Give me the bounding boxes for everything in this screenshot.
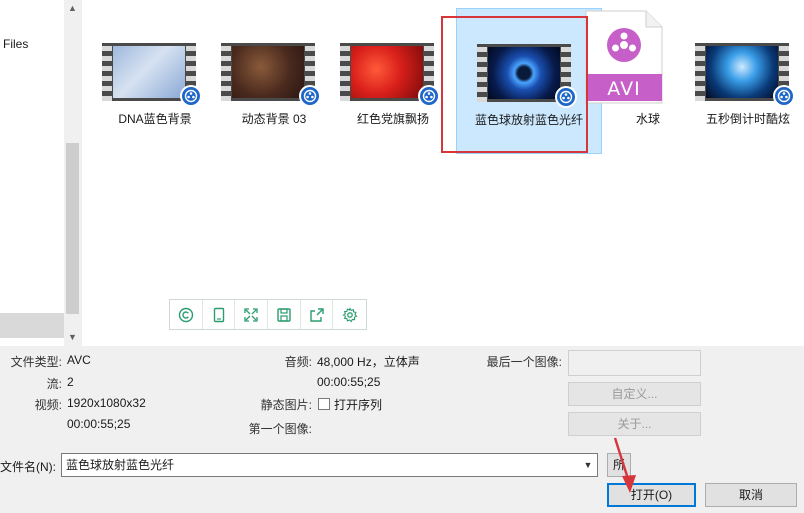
share-icon [309,307,324,322]
file-type-value: AVC [67,353,91,367]
video-thumbnail [102,43,202,107]
video-player-badge-icon [299,85,321,107]
still-image-label: 静态图片: [260,398,312,412]
tablet-icon [213,307,224,322]
settings-button[interactable] [333,300,366,329]
file-type-label: 文件类型: [10,355,62,369]
video-duration: 00:00:55;25 [67,417,131,431]
stream-label: 流: [46,377,62,391]
video-thumbnail [221,43,321,107]
save-icon [277,307,291,322]
sidebar-scrollbar[interactable]: ▲ ▼ [64,0,81,346]
video-label: 视频: [34,398,62,412]
open-sequence-label[interactable]: 打开序列 [334,396,382,413]
stream-value: 2 [67,375,74,389]
copyright-icon [178,307,194,322]
first-image-label: 第一个图像: [248,422,312,436]
save-button[interactable] [268,300,301,329]
sidebar-item-files[interactable]: Files [3,37,28,51]
thumbnail-frame [706,46,778,98]
thumbnail-frame [488,47,560,99]
audio-duration: 00:00:55;25 [317,375,381,389]
thumbnail-frame [232,46,304,98]
fullscreen-icon [244,307,258,322]
fullscreen-button[interactable] [235,300,269,329]
video-thumbnail [340,43,440,107]
red-arrow-cursor-icon [613,437,636,493]
preview-toolbar [169,299,367,330]
copyright-button[interactable] [170,300,203,329]
video-player-badge-icon [418,85,440,107]
audio-label: 音频: [284,355,312,369]
video-player-badge-icon [180,85,202,107]
scrollbar-thumb[interactable] [66,143,79,314]
chevron-down-icon[interactable]: ▼ [581,454,595,476]
file-item-countdown[interactable]: 五秒倒计时酷炫 [675,8,804,154]
last-image-label: 最后一个图像: [486,355,562,369]
thumbnail-frame [113,46,185,98]
tablet-button[interactable] [203,300,236,329]
custom-button[interactable]: 自定义... [568,382,701,406]
sidebar: Files ▲ ▼ [0,0,81,346]
filename-input[interactable]: 蓝色球放射蓝色光纤 ▼ [61,453,598,477]
avi-type-label: AVI [607,78,641,100]
thumbnail-frame [351,46,423,98]
video-value: 1920x1080x32 [67,396,146,410]
video-thumbnail [477,44,577,108]
file-item-red-flag[interactable]: 红色党旗飘扬 [320,8,466,154]
last-image-field[interactable] [568,350,701,376]
sidebar-selected-item[interactable] [0,313,64,338]
open-sequence-checkbox[interactable] [318,398,330,410]
about-button[interactable]: 关于... [568,412,701,436]
cancel-button[interactable]: 取消 [705,483,797,507]
filename-value: 蓝色球放射蓝色光纤 [66,458,175,472]
video-player-badge-icon [555,86,577,108]
scroll-down-arrow-icon[interactable]: ▼ [64,329,81,346]
filename-label: 文件名(N): [0,460,56,474]
video-thumbnail [695,43,795,107]
scroll-up-arrow-icon[interactable]: ▲ [64,0,81,17]
settings-icon [342,306,358,322]
share-button[interactable] [301,300,334,329]
file-name: 红色党旗飘扬 [356,112,429,126]
file-list-pane: DNA蓝色背景 动态背景 03 红色党旗飘扬 蓝色球放射蓝色光纤 AVI 水球 … [82,0,804,346]
audio-value: 48,000 Hz，立体声 [317,355,420,369]
video-player-badge-icon [773,85,795,107]
file-name: 五秒倒计时酷炫 [705,112,790,126]
